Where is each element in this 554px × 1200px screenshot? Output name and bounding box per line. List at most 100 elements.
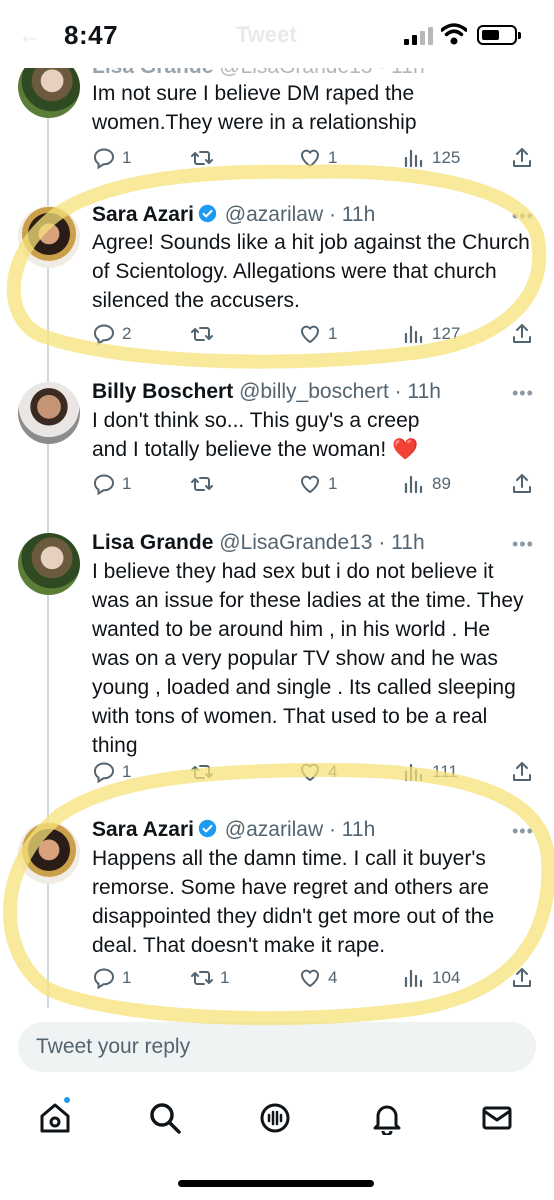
- page-title: Tweet: [236, 22, 297, 47]
- reply-input[interactable]: Tweet your reply: [18, 1022, 536, 1072]
- reply-button[interactable]: 1: [92, 146, 131, 170]
- tweet-actions: 1 4 111: [92, 760, 536, 786]
- views-button[interactable]: 104: [402, 966, 460, 990]
- tweet-actions: 2 1 127: [92, 322, 536, 348]
- retweet-button[interactable]: 1: [190, 966, 229, 990]
- home-indicator[interactable]: [178, 1180, 374, 1187]
- reply-button[interactable]: 1: [92, 760, 131, 784]
- wifi-icon: [441, 23, 467, 45]
- like-button[interactable]: 1: [298, 146, 337, 170]
- author-handle[interactable]: @azarilaw · 11h: [225, 818, 376, 841]
- tweet-text: I don't think so... This guy's a creep a…: [92, 409, 420, 461]
- author-name[interactable]: Sara Azari: [92, 818, 194, 841]
- avatar[interactable]: [18, 822, 80, 884]
- tweet-header: Sara Azari @azarilaw · 11h: [92, 203, 375, 227]
- search-icon[interactable]: [148, 1101, 182, 1135]
- analytics-icon: [404, 475, 423, 494]
- cellular-signal-icon: [404, 27, 434, 45]
- more-options-icon[interactable]: •••: [512, 821, 534, 842]
- retweet-button[interactable]: [190, 322, 220, 346]
- status-bar: ← 8:47 Tweet: [0, 0, 554, 68]
- author-name[interactable]: Billy Boschert: [92, 380, 233, 403]
- views-count: 125: [432, 148, 461, 167]
- like-button[interactable]: 1: [298, 472, 337, 496]
- reply-count: 2: [122, 324, 132, 343]
- notifications-icon[interactable]: [370, 1101, 404, 1135]
- heart-icon: [300, 149, 320, 167]
- share-icon: [513, 148, 531, 167]
- like-count: 4: [328, 968, 338, 987]
- views-count: 89: [432, 474, 451, 493]
- share-icon: [513, 474, 531, 493]
- avatar[interactable]: [18, 382, 80, 444]
- tweet-header: Lisa Grande @LisaGrande13 · 11h: [92, 531, 425, 555]
- status-time: 8:47: [64, 20, 119, 50]
- avatar[interactable]: [18, 206, 80, 268]
- spaces-icon[interactable]: [258, 1101, 292, 1135]
- reply-icon: [93, 324, 115, 346]
- author-handle[interactable]: @azarilaw · 11h: [225, 203, 376, 226]
- author-name[interactable]: Lisa Grande: [92, 531, 213, 554]
- notification-dot: [62, 1095, 72, 1105]
- retweet-icon: [191, 477, 213, 491]
- share-button[interactable]: [510, 760, 534, 784]
- home-icon[interactable]: [38, 1101, 72, 1135]
- verified-badge-icon: [198, 819, 217, 838]
- tweet-text: Agree! Sounds like a hit job against the…: [92, 231, 530, 312]
- share-button[interactable]: [510, 322, 534, 346]
- like-button[interactable]: 4: [298, 966, 337, 990]
- share-icon: [513, 968, 531, 987]
- retweet-icon: [191, 327, 213, 341]
- retweet-button[interactable]: [190, 146, 220, 170]
- retweet-icon: [191, 971, 213, 985]
- reply-button[interactable]: 2: [92, 322, 131, 346]
- reply-button[interactable]: 1: [92, 472, 131, 496]
- retweet-button[interactable]: [190, 472, 220, 496]
- views-count: 127: [432, 324, 461, 343]
- messages-icon[interactable]: [480, 1101, 514, 1135]
- views-button[interactable]: 89: [402, 472, 451, 496]
- more-options-icon[interactable]: •••: [512, 534, 534, 555]
- retweet-icon: [191, 765, 213, 779]
- heart-icon: [300, 969, 320, 987]
- verified-badge-icon: [198, 204, 217, 223]
- author-name[interactable]: Sara Azari: [92, 203, 194, 226]
- reply-icon: [93, 762, 115, 784]
- tweet-actions: 1 1 89: [92, 472, 536, 498]
- like-button[interactable]: 4: [298, 760, 337, 784]
- retweet-button[interactable]: [190, 760, 220, 784]
- tweet-text: Happens all the damn time. I call it buy…: [92, 847, 495, 957]
- reply-button[interactable]: 1: [92, 966, 131, 990]
- heart-icon: [300, 763, 320, 781]
- views-count: 104: [432, 968, 461, 987]
- avatar[interactable]: [18, 533, 80, 595]
- share-button[interactable]: [510, 966, 534, 990]
- retweet-icon: [191, 151, 213, 165]
- author-handle[interactable]: @billy_boschert · 11h: [239, 380, 441, 403]
- share-button[interactable]: [510, 472, 534, 496]
- analytics-icon: [404, 149, 423, 168]
- reply-icon: [93, 968, 115, 990]
- analytics-icon: [404, 325, 423, 344]
- analytics-icon: [404, 969, 423, 988]
- tweet-actions: 1 1 125: [92, 146, 536, 172]
- reply-placeholder: Tweet your reply: [36, 1035, 191, 1058]
- views-button[interactable]: 125: [402, 146, 460, 170]
- like-count: 1: [328, 324, 338, 343]
- back-arrow-icon[interactable]: ←: [18, 22, 42, 50]
- tweet-text: Im not sure I believe DM raped the women…: [92, 82, 417, 134]
- reply-count: 1: [122, 148, 132, 167]
- more-options-icon[interactable]: •••: [512, 206, 534, 227]
- views-button[interactable]: 111: [402, 760, 458, 784]
- more-options-icon[interactable]: •••: [512, 383, 534, 404]
- author-handle[interactable]: @LisaGrande13 · 11h: [219, 531, 424, 554]
- views-button[interactable]: 127: [402, 322, 460, 346]
- tweet-header: Sara Azari @azarilaw · 11h: [92, 818, 375, 842]
- like-button[interactable]: 1: [298, 322, 337, 346]
- battery-icon: [477, 25, 521, 45]
- share-button[interactable]: [510, 146, 534, 170]
- reply-icon: [93, 474, 115, 496]
- share-icon: [513, 324, 531, 343]
- analytics-icon: [404, 763, 423, 782]
- bottom-tab-bar: [0, 1085, 554, 1200]
